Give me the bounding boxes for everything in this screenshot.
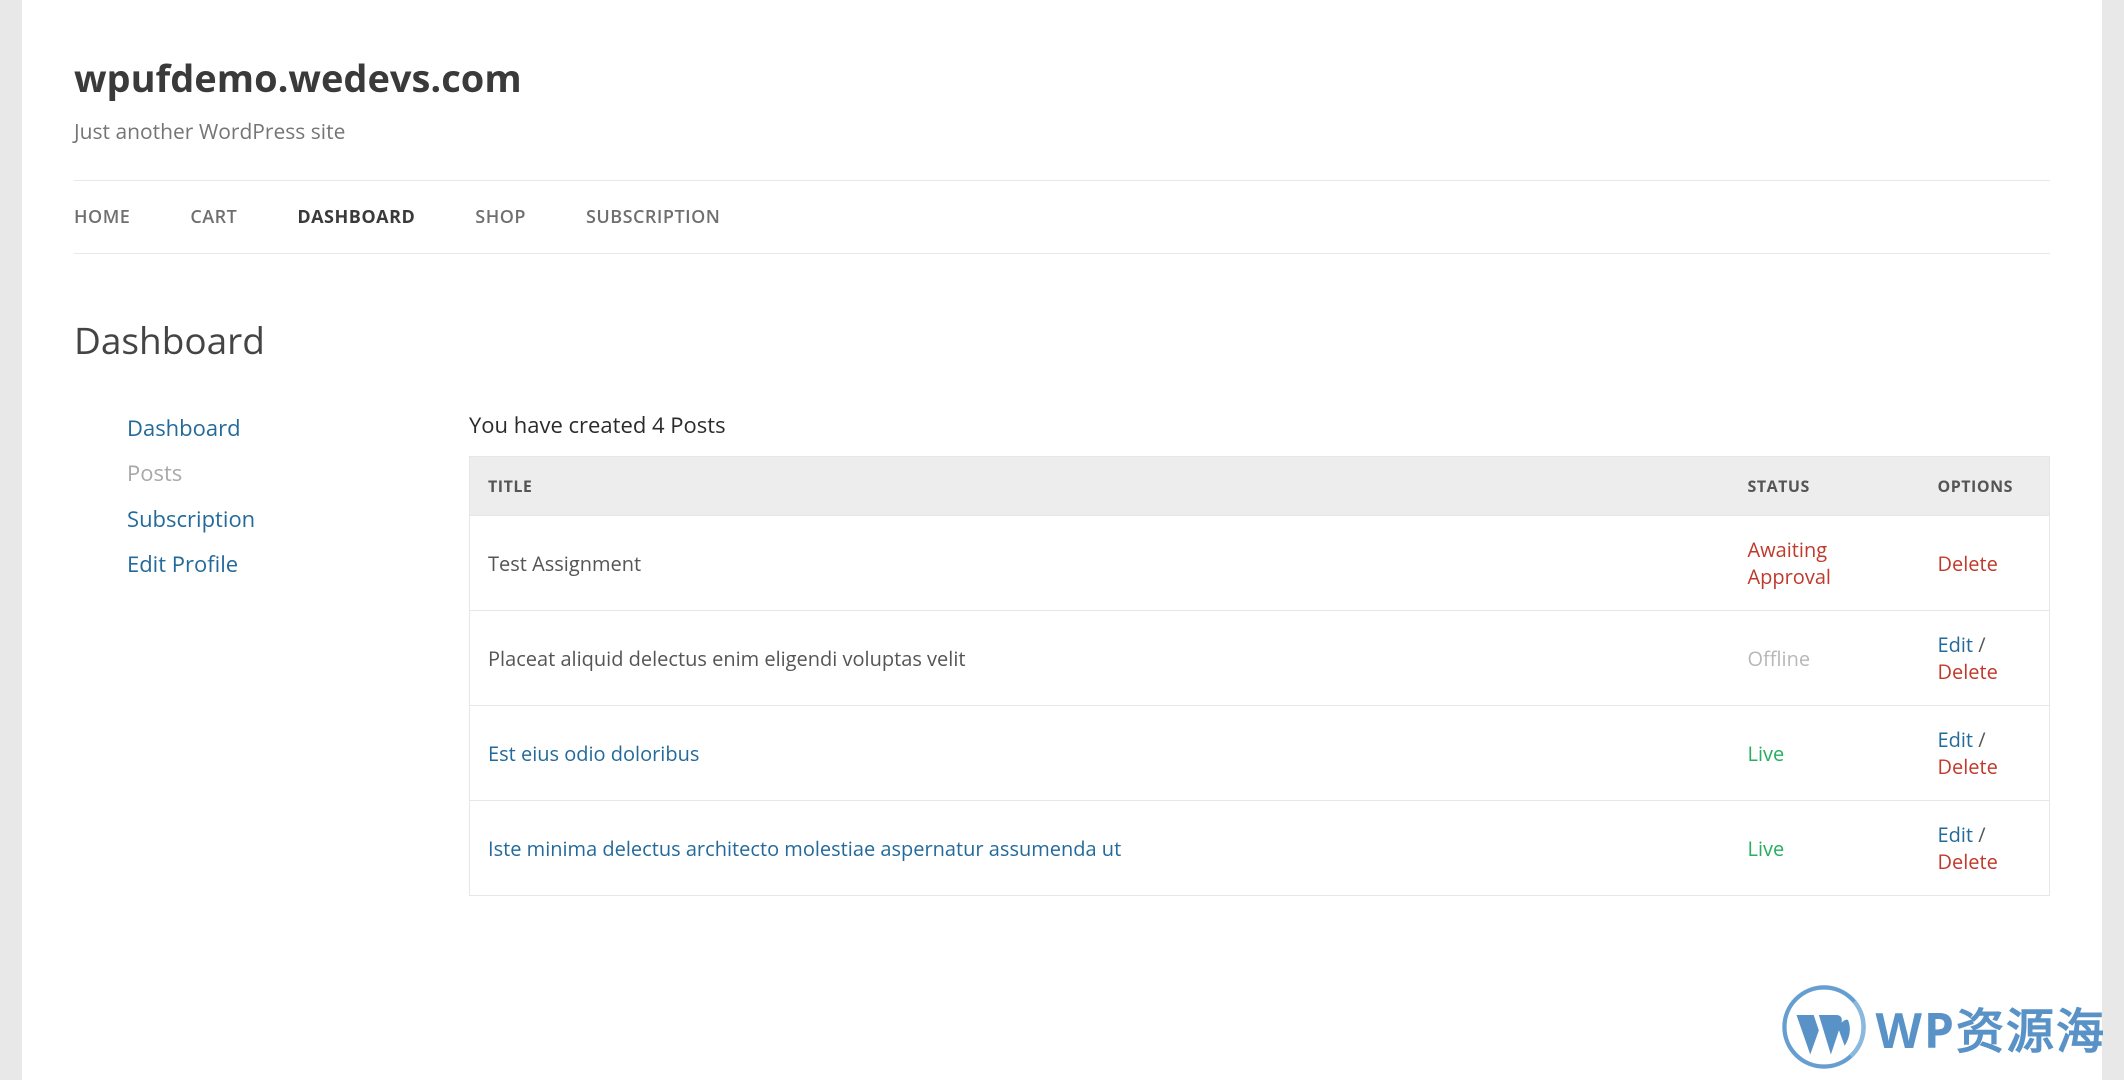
posts-count-heading: You have created 4 Posts: [469, 410, 2050, 440]
status-badge: Awaiting Approval: [1748, 536, 1831, 590]
option-sep: /: [1973, 821, 1986, 848]
col-options: OPTIONS: [1920, 457, 2050, 516]
edit-link[interactable]: Edit: [1938, 726, 1974, 753]
status-badge: Live: [1748, 835, 1785, 862]
post-title: Test Assignment: [488, 550, 641, 577]
edit-link[interactable]: Edit: [1938, 821, 1974, 848]
post-title: Placeat aliquid delectus enim eligendi v…: [488, 645, 966, 672]
post-title-link[interactable]: Est eius odio doloribus: [488, 740, 699, 767]
option-sep: /: [1973, 631, 1986, 658]
status-badge: Live: [1748, 740, 1785, 767]
nav-item-home[interactable]: HOME: [74, 205, 130, 229]
table-row: Iste minima delectus architecto molestia…: [470, 801, 2050, 896]
sidebar-item-posts[interactable]: Posts: [127, 455, 469, 492]
table-row: Test Assignment Awaiting Approval Delete: [470, 516, 2050, 611]
col-title: TITLE: [470, 457, 1730, 516]
col-status: STATUS: [1730, 457, 1920, 516]
sidebar-item-dashboard[interactable]: Dashboard: [127, 410, 469, 447]
edit-link[interactable]: Edit: [1938, 631, 1974, 658]
sidebar: Dashboard Posts Subscription Edit Profil…: [74, 410, 469, 896]
nav-item-dashboard[interactable]: DASHBOARD: [297, 205, 415, 229]
page-heading: Dashboard: [74, 314, 2050, 365]
content-area: You have created 4 Posts TITLE STATUS OP…: [469, 410, 2050, 896]
table-row: Placeat aliquid delectus enim eligendi v…: [470, 611, 2050, 706]
delete-link[interactable]: Delete: [1938, 550, 1998, 577]
nav-item-shop[interactable]: SHOP: [475, 205, 526, 229]
site-tagline: Just another WordPress site: [74, 118, 2050, 146]
delete-link[interactable]: Delete: [1938, 753, 1998, 780]
posts-table: TITLE STATUS OPTIONS Test Assignment Awa…: [469, 456, 2050, 896]
dashboard-layout: Dashboard Posts Subscription Edit Profil…: [74, 410, 2050, 896]
sidebar-item-subscription[interactable]: Subscription: [127, 501, 469, 538]
table-row: Est eius odio doloribus Live Edit / Dele…: [470, 706, 2050, 801]
option-sep: /: [1973, 726, 1986, 753]
site-title[interactable]: wpufdemo.wedevs.com: [74, 52, 2050, 104]
delete-link[interactable]: Delete: [1938, 658, 1998, 685]
status-badge: Offline: [1748, 645, 1811, 672]
delete-link[interactable]: Delete: [1938, 848, 1998, 875]
main-nav: HOME CART DASHBOARD SHOP SUBSCRIPTION: [74, 180, 2050, 254]
sidebar-item-edit-profile[interactable]: Edit Profile: [127, 546, 469, 583]
nav-item-subscription[interactable]: SUBSCRIPTION: [586, 205, 720, 229]
nav-item-cart[interactable]: CART: [190, 205, 237, 229]
post-title-link[interactable]: Iste minima delectus architecto molestia…: [488, 835, 1121, 862]
page-container: wpufdemo.wedevs.com Just another WordPre…: [22, 0, 2102, 1080]
